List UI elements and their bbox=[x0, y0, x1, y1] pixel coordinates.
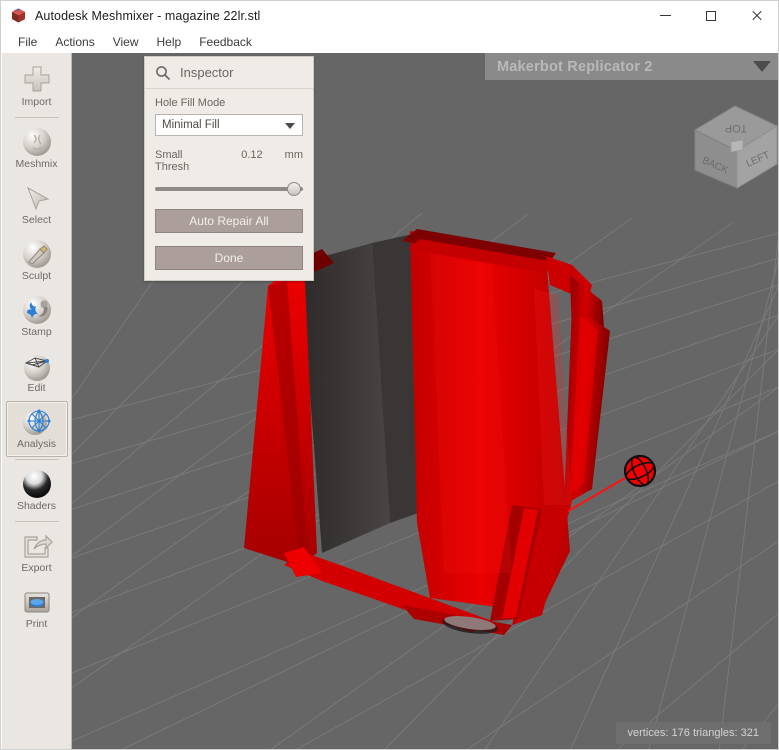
chevron-down-icon bbox=[285, 123, 295, 129]
sidebar-item-label: Edit bbox=[27, 382, 46, 394]
chevron-down-icon bbox=[753, 61, 771, 72]
done-button[interactable]: Done bbox=[155, 246, 303, 270]
inspector-panel: Inspector Hole Fill Mode Minimal Fill Sm… bbox=[144, 56, 314, 281]
sidebar-item-label: Stamp bbox=[21, 326, 52, 338]
hole-marker-sphere bbox=[623, 454, 657, 488]
sidebar-item-label: Meshmix bbox=[15, 158, 58, 170]
close-icon bbox=[751, 10, 763, 22]
sidebar-divider bbox=[14, 521, 59, 522]
meshmixer-cube-icon bbox=[10, 7, 27, 24]
inspector-header: Inspector bbox=[145, 57, 313, 89]
3d-viewport[interactable]: Makerbot Replicator 2 TOP BACK LEFT vert… bbox=[72, 53, 778, 749]
small-thresh-slider[interactable] bbox=[155, 182, 303, 196]
brush-sphere-icon bbox=[19, 237, 55, 271]
menu-item-view[interactable]: View bbox=[104, 33, 148, 51]
face-sphere-icon bbox=[19, 125, 55, 159]
menu-item-file[interactable]: File bbox=[9, 33, 46, 51]
stamp-sphere-icon bbox=[19, 293, 55, 327]
shaded-sphere-icon bbox=[19, 467, 55, 501]
plus-icon bbox=[19, 63, 55, 97]
sidebar-item-label: Print bbox=[25, 618, 48, 630]
view-cube-label-top: TOP bbox=[725, 122, 747, 134]
sidebar-item-label: Analysis bbox=[16, 438, 57, 450]
mesh-stats: vertices: 176 triangles: 321 bbox=[627, 727, 759, 739]
sidebar-item-stamp[interactable]: Stamp bbox=[6, 289, 68, 345]
hole-fill-mode-value: Minimal Fill bbox=[162, 119, 220, 131]
export-arrow-icon bbox=[19, 529, 55, 563]
sidebar-item-shaders[interactable]: Shaders bbox=[6, 463, 68, 519]
sidebar-item-export[interactable]: Export bbox=[6, 525, 68, 581]
small-thresh-unit: mm bbox=[284, 149, 303, 161]
hole-fill-mode-label: Hole Fill Mode bbox=[155, 97, 226, 109]
sidebar-item-select[interactable]: Select bbox=[6, 177, 68, 233]
window-title: Autodesk Meshmixer - magazine 22lr.stl bbox=[35, 8, 261, 23]
cursor-arrow-icon bbox=[19, 181, 55, 215]
printer-icon bbox=[19, 585, 55, 619]
auto-repair-all-label: Auto Repair All bbox=[189, 214, 269, 228]
title-bar: Autodesk Meshmixer - magazine 22lr.stl bbox=[1, 1, 778, 30]
minimize-button[interactable] bbox=[642, 1, 688, 30]
hole-fill-mode-select[interactable]: Minimal Fill bbox=[155, 114, 303, 136]
inspector-title: Inspector bbox=[180, 65, 234, 80]
analysis-sphere-icon bbox=[19, 405, 55, 439]
printer-dropdown[interactable]: Makerbot Replicator 2 bbox=[485, 53, 778, 80]
tool-sidebar: Import Meshmix Select Sculpt Stamp Edit … bbox=[2, 53, 72, 749]
small-thresh-row: Small Thresh 0.12 mm bbox=[155, 149, 303, 173]
maximize-icon bbox=[706, 10, 716, 21]
wireframe-sphere-icon bbox=[19, 349, 55, 383]
sidebar-item-label: Export bbox=[21, 562, 52, 574]
done-label: Done bbox=[214, 251, 244, 265]
sidebar-item-edit[interactable]: Edit bbox=[6, 345, 68, 401]
minimize-icon bbox=[659, 15, 671, 16]
small-thresh-value[interactable]: 0.12 bbox=[241, 149, 262, 161]
main-area: Import Meshmix Select Sculpt Stamp Edit … bbox=[2, 53, 778, 749]
sidebar-item-print[interactable]: Print bbox=[6, 581, 68, 637]
menu-item-help[interactable]: Help bbox=[148, 33, 191, 51]
menu-item-feedback[interactable]: Feedback bbox=[190, 33, 261, 51]
sidebar-divider bbox=[14, 459, 59, 460]
magnifier-icon bbox=[156, 65, 171, 80]
sidebar-divider bbox=[14, 117, 59, 118]
slider-knob[interactable] bbox=[287, 182, 302, 196]
menu-bar: File Actions View Help Feedback bbox=[1, 30, 778, 53]
slider-track bbox=[155, 187, 303, 191]
sidebar-item-meshmix[interactable]: Meshmix bbox=[6, 121, 68, 177]
inspector-body: Hole Fill Mode Minimal Fill Small Thresh… bbox=[145, 89, 313, 280]
sidebar-item-label: Shaders bbox=[16, 500, 57, 512]
sidebar-item-sculpt[interactable]: Sculpt bbox=[6, 233, 68, 289]
small-thresh-label: Small Thresh bbox=[155, 149, 190, 173]
view-cube[interactable]: TOP BACK LEFT bbox=[677, 88, 778, 196]
close-button[interactable] bbox=[734, 1, 778, 30]
window-controls bbox=[642, 1, 778, 30]
sidebar-item-import[interactable]: Import bbox=[6, 59, 68, 115]
sidebar-item-label: Select bbox=[21, 214, 52, 226]
menu-item-actions[interactable]: Actions bbox=[46, 33, 103, 51]
sidebar-item-label: Import bbox=[21, 96, 52, 108]
meshmixer-window: Autodesk Meshmixer - magazine 22lr.stl F… bbox=[0, 0, 779, 750]
status-bar: vertices: 176 triangles: 321 bbox=[615, 722, 771, 744]
maximize-button[interactable] bbox=[688, 1, 734, 30]
printer-name: Makerbot Replicator 2 bbox=[497, 58, 653, 75]
sidebar-item-analysis[interactable]: Analysis bbox=[5, 401, 68, 457]
auto-repair-all-button[interactable]: Auto Repair All bbox=[155, 209, 303, 233]
sidebar-item-label: Sculpt bbox=[21, 270, 52, 282]
